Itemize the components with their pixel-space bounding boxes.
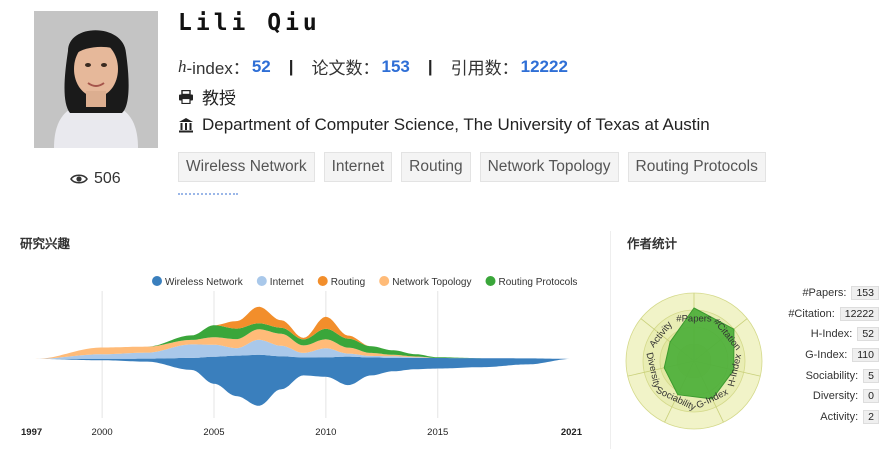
stat-row-gindex: G-Index: 110 — [805, 348, 879, 362]
legend-label: Routing — [331, 277, 365, 288]
tag-internet[interactable]: Internet — [323, 152, 393, 182]
stat-label: G-Index: — [805, 349, 848, 361]
stat-value: 52 — [857, 327, 879, 341]
x-tick-label: 2021 — [561, 427, 583, 438]
author-title: 教授 — [202, 89, 236, 108]
stat-row-hindex: H-Index: 52 — [811, 327, 879, 341]
view-count-value: 506 — [94, 170, 121, 187]
papers-value[interactable]: 153 — [382, 57, 410, 77]
tag-network-topology[interactable]: Network Topology — [479, 152, 619, 182]
tag-wireless-network[interactable]: Wireless Network — [178, 152, 315, 182]
legend-item-2[interactable]: Routing — [317, 276, 365, 288]
chart-x-axis: 1997 2000 2005 2010 2015 2021 — [21, 427, 583, 438]
metric-divider: | — [427, 56, 433, 76]
chart-legend: Wireless Network Internet Routing Network T… — [152, 276, 577, 288]
stat-value: 2 — [863, 410, 879, 424]
x-tick-label: 1997 — [21, 427, 42, 438]
legend-label: Internet — [270, 277, 304, 288]
legend-swatch — [485, 276, 496, 286]
radar-axis-label: #Papers — [676, 313, 712, 324]
stat-label: Diversity: — [812, 390, 859, 402]
stat-label: Activity: — [820, 411, 859, 423]
tag-routing[interactable]: Routing — [401, 152, 471, 182]
stat-label: H-Index: — [810, 328, 853, 340]
author-title-row: 教授 — [178, 84, 236, 109]
author-stats-radar: #Papers #CitationH-IndexG-IndexSociabilit… — [625, 292, 763, 430]
stream-layer-wireless-network[interactable] — [35, 354, 572, 406]
legend-item-3[interactable]: Network Topology — [379, 276, 472, 288]
stat-row-diversity: Diversity: 0 — [813, 389, 879, 403]
avatar-portrait — [34, 11, 158, 148]
stat-label: Sociability: — [805, 370, 859, 382]
research-interests-card: 研究兴趣 Wireless Network Internet Routing Netw… — [7, 231, 600, 449]
author-stats-card: 作者统计 #Papers #Citation H-Index G-Index Socia… — [610, 231, 896, 449]
avatar[interactable] — [34, 11, 158, 148]
papers-label: 论文数： — [311, 59, 380, 78]
stat-label: #Citation: — [788, 308, 835, 320]
research-interests-streamgraph: Wireless Network Internet Routing Network T… — [21, 276, 583, 438]
truncated-link — [178, 193, 238, 199]
hindex-label: h — [178, 56, 187, 76]
tag-list: Wireless Network Internet Routing Networ… — [178, 152, 766, 182]
legend-label: Wireless Network — [165, 277, 244, 288]
stat-value: 12222 — [839, 307, 879, 321]
printer-icon — [179, 89, 193, 104]
legend-item-0[interactable]: Wireless Network — [152, 276, 244, 288]
stat-row-activity: Activity: 2 — [820, 410, 879, 424]
tag-routing-protocols[interactable]: Routing Protocols — [627, 152, 766, 182]
institution-icon — [179, 118, 193, 133]
citations-label: 引用数： — [450, 59, 519, 78]
stat-row-papers: #Papers: 153 — [802, 286, 879, 300]
x-tick-label: 2005 — [203, 427, 224, 438]
legend-swatch — [256, 276, 267, 286]
hindex-label-suffix: -index： — [186, 59, 250, 78]
stat-row-citation: #Citation: 12222 — [788, 307, 879, 321]
profile-header: 506 Lili Qiu h -index： 52 | 论文数： 153 | 引用… — [0, 0, 896, 205]
legend-label: Routing Protocols — [499, 277, 578, 288]
legend-swatch — [152, 276, 162, 286]
x-tick-label: 2015 — [427, 427, 448, 438]
x-tick-label: 2010 — [315, 427, 336, 438]
stat-label: #Papers: — [802, 287, 847, 299]
author-name: Lili Qiu — [178, 10, 321, 36]
author-stats-title: 作者统计 — [627, 237, 678, 251]
legend-item-4[interactable]: Routing Protocols — [485, 276, 578, 288]
legend-swatch — [317, 276, 328, 286]
citations-value[interactable]: 12222 — [521, 57, 568, 77]
stat-value: 110 — [852, 348, 879, 362]
hindex-value[interactable]: 52 — [252, 57, 271, 77]
stat-value: 0 — [863, 389, 879, 403]
stat-value: 153 — [851, 286, 879, 300]
x-tick-label: 2000 — [92, 427, 113, 438]
author-metrics: h -index： 52 | 论文数： 153 | 引用数： 12222 — [178, 54, 568, 79]
eye-icon — [70, 174, 88, 184]
stat-value: 5 — [863, 369, 879, 383]
legend-label: Network Topology — [392, 277, 471, 288]
stat-row-sociability: Sociability: 5 — [806, 369, 879, 383]
legend-swatch — [379, 276, 390, 286]
legend-item-1[interactable]: Internet — [256, 276, 304, 288]
author-affiliation[interactable]: Department of Computer Science, The Univ… — [202, 115, 710, 135]
chart-series — [35, 306, 572, 406]
research-interests-title: 研究兴趣 — [20, 237, 71, 251]
metric-divider: | — [288, 56, 294, 76]
view-count: 506 — [70, 170, 121, 188]
author-affiliation-row: Department of Computer Science, The Univ… — [178, 115, 710, 135]
